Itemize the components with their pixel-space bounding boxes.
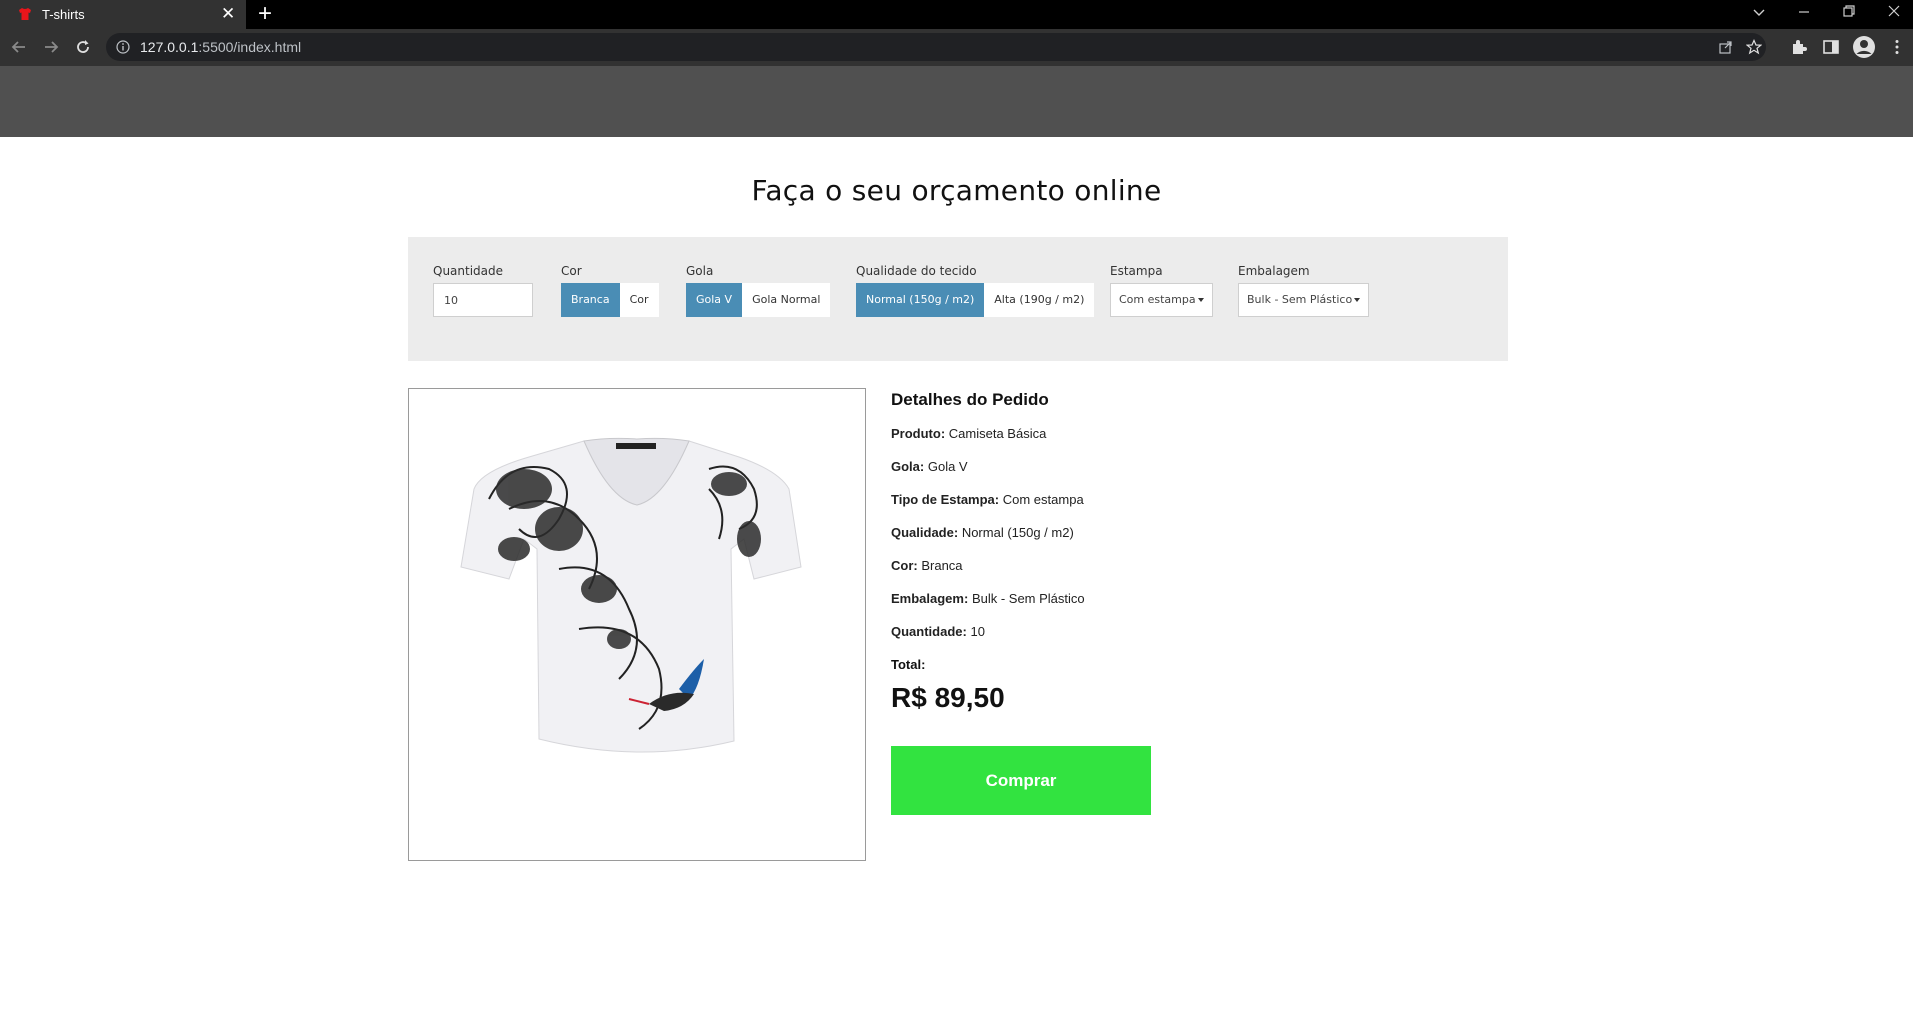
order-details: Detalhes do Pedido Produto: Camiseta Bás… — [891, 390, 1391, 714]
tshirt-favicon-icon — [19, 8, 31, 20]
browser-tab[interactable]: T-shirts ✕ — [0, 0, 246, 29]
menu-kebab-icon[interactable] — [1888, 38, 1906, 56]
options-panel: Quantidade Cor Branca Cor Gola Gola V Go… — [408, 237, 1508, 361]
detail-row-quantity: Quantidade: 10 — [891, 624, 1391, 657]
back-icon[interactable] — [9, 37, 29, 57]
print-label: Estampa — [1110, 264, 1163, 278]
color-selector: Branca Cor — [561, 283, 659, 317]
order-details-title: Detalhes do Pedido — [891, 390, 1049, 409]
forward-icon[interactable] — [41, 37, 61, 57]
side-panel-icon[interactable] — [1822, 38, 1840, 56]
quality-label: Qualidade do tecido — [856, 264, 977, 278]
close-window-icon[interactable] — [1887, 4, 1901, 18]
detail-row-print: Tipo de Estampa: Com estampa — [891, 492, 1391, 525]
site-header — [0, 66, 1913, 137]
detail-value: Branca — [921, 558, 963, 573]
detail-key: Produto: — [891, 426, 946, 441]
tshirt-image — [460, 437, 802, 753]
quality-option-normal[interactable]: Normal (150g / m2) — [856, 283, 985, 317]
detail-value: Gola V — [927, 459, 968, 474]
site-info-icon[interactable] — [116, 40, 130, 54]
browser-toolbar: 127.0.0.1:5500/index.html — [0, 29, 1913, 66]
detail-value: Normal (150g / m2) — [961, 525, 1074, 540]
restore-icon[interactable] — [1842, 4, 1856, 18]
detail-row-color: Cor: Branca — [891, 558, 1391, 591]
share-icon[interactable] — [1718, 39, 1734, 55]
quantity-label: Quantidade — [433, 264, 504, 278]
extensions-icon[interactable] — [1790, 38, 1808, 56]
reload-icon[interactable] — [73, 37, 93, 57]
page-title: Faça o seu orçamento online — [751, 174, 1162, 207]
quality-selector: Normal (150g / m2) Alta (190g / m2) — [856, 283, 1095, 317]
detail-value: Bulk - Sem Plástico — [971, 591, 1085, 606]
browser-tab-bar: T-shirts ✕ + — [0, 0, 1913, 29]
detail-value: Camiseta Básica — [948, 426, 1047, 441]
packaging-label: Embalagem — [1238, 264, 1310, 278]
total-label: Total: — [891, 657, 926, 672]
detail-value: Com estampa — [1002, 492, 1084, 507]
collar-selector: Gola V Gola Normal — [686, 283, 831, 317]
minimize-icon[interactable] — [1797, 5, 1811, 19]
profile-avatar-icon[interactable] — [1852, 35, 1876, 59]
quality-option-alta[interactable]: Alta (190g / m2) — [984, 283, 1095, 317]
url-text: 127.0.0.1:5500/index.html — [140, 39, 302, 55]
detail-row-product: Produto: Camiseta Básica — [891, 426, 1391, 459]
close-tab-icon[interactable]: ✕ — [221, 4, 235, 24]
detail-row-packaging: Embalagem: Bulk - Sem Plástico — [891, 591, 1391, 624]
detail-value: 10 — [970, 624, 985, 639]
caret-down-icon — [1197, 298, 1204, 302]
detail-row-collar: Gola: Gola V — [891, 459, 1391, 492]
collar-label: Gola — [686, 264, 714, 278]
buy-button[interactable]: Comprar — [891, 746, 1151, 815]
detail-key: Cor: — [891, 558, 918, 573]
tab-title: T-shirts — [42, 7, 85, 22]
bookmark-star-icon[interactable] — [1746, 39, 1762, 55]
address-bar[interactable]: 127.0.0.1:5500/index.html — [106, 33, 1766, 61]
packaging-dropdown-value: Bulk - Sem Plástico — [1247, 293, 1353, 306]
color-option-branca[interactable]: Branca — [561, 283, 620, 317]
color-label: Cor — [561, 264, 582, 278]
color-option-cor[interactable]: Cor — [619, 283, 659, 317]
detail-key: Qualidade: — [891, 525, 959, 540]
quantity-input[interactable] — [433, 283, 533, 317]
caret-down-icon — [1354, 298, 1361, 302]
detail-key: Embalagem: — [891, 591, 969, 606]
detail-key: Tipo de Estampa: — [891, 492, 1000, 507]
tab-search-chevron-icon[interactable] — [1752, 5, 1766, 19]
product-image-frame — [408, 388, 866, 861]
detail-key: Gola: — [891, 459, 925, 474]
detail-row-quality: Qualidade: Normal (150g / m2) — [891, 525, 1391, 558]
collar-option-normal[interactable]: Gola Normal — [742, 283, 831, 317]
new-tab-icon[interactable]: + — [258, 2, 272, 26]
packaging-dropdown[interactable]: Bulk - Sem Plástico — [1238, 283, 1370, 317]
total-price: R$ 89,50 — [891, 682, 1005, 713]
detail-key: Quantidade: — [891, 624, 967, 639]
print-dropdown[interactable]: Com estampa — [1110, 283, 1213, 317]
collar-option-v[interactable]: Gola V — [686, 283, 743, 317]
print-dropdown-value: Com estampa — [1119, 293, 1196, 306]
